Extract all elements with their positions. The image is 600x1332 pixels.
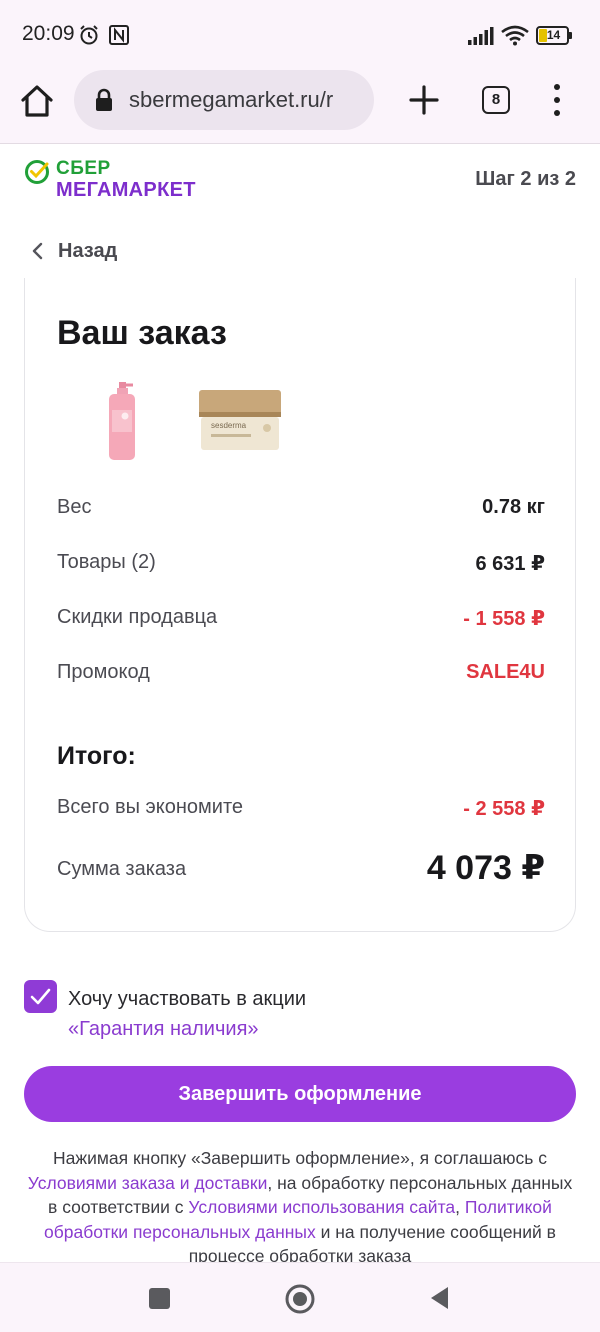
system-nav-bar bbox=[0, 1262, 600, 1332]
promo-link[interactable]: «Гарантия наличия» bbox=[68, 1014, 568, 1044]
legal-text: Нажимая кнопку «Завершить оформление», я… bbox=[53, 1148, 547, 1168]
battery-level: 14 bbox=[546, 28, 561, 42]
back-link[interactable]: Назад bbox=[30, 236, 117, 266]
nav-back-icon[interactable] bbox=[428, 1285, 450, 1311]
nfc-icon bbox=[109, 25, 129, 45]
chevron-left-icon bbox=[32, 242, 43, 260]
order-row-promocode: Промокод SALE4U bbox=[57, 661, 545, 691]
order-row-weight: Вес 0.78 кг bbox=[57, 496, 545, 526]
row-label: Промокод bbox=[57, 661, 150, 683]
url-text: sbermegamarket.ru/r bbox=[129, 87, 334, 112]
check-icon bbox=[30, 988, 51, 1005]
order-row-sum: Сумма заказа 4 073 ₽ bbox=[57, 849, 545, 888]
order-terms-link[interactable]: Условиями заказа и доставки bbox=[28, 1173, 268, 1193]
row-label: Вес bbox=[57, 496, 92, 518]
row-value: - 1 558 ₽ bbox=[463, 608, 545, 630]
order-summary-card: Ваш заказ sesderma Вес 0.78 кг Товары (2… bbox=[24, 278, 576, 932]
nav-home-icon[interactable] bbox=[284, 1283, 316, 1315]
alarm-icon bbox=[80, 25, 98, 45]
recents-icon[interactable] bbox=[149, 1288, 170, 1309]
order-row-items: Товары (2) 6 631 ₽ bbox=[57, 551, 545, 581]
tab-switcher-button[interactable]: 8 bbox=[482, 86, 510, 114]
site-logo[interactable]: СБЕР МЕГАМАРКЕТ bbox=[24, 158, 214, 204]
row-label: Скидки продавца bbox=[57, 606, 218, 628]
total-title: Итого: bbox=[57, 742, 136, 770]
battery-icon: 14 bbox=[536, 26, 572, 45]
row-value: 0.78 кг bbox=[482, 496, 545, 518]
order-title: Ваш заказ bbox=[57, 314, 227, 352]
svg-text:sesderma: sesderma bbox=[211, 421, 247, 430]
logo-text-bottom: МЕГАМАРКЕТ bbox=[56, 179, 196, 201]
signal-icon bbox=[468, 27, 494, 45]
product-thumbnail-cleanser[interactable] bbox=[103, 382, 141, 462]
product-thumbnail-cream[interactable]: sesderma bbox=[195, 388, 285, 454]
browser-toolbar: sbermegamarket.ru/r 8 bbox=[0, 70, 600, 144]
row-value: 6 631 ₽ bbox=[475, 553, 545, 575]
back-label: Назад bbox=[58, 239, 118, 262]
wifi-icon bbox=[501, 25, 529, 46]
status-time: 20:09 bbox=[22, 22, 75, 45]
status-bar: 20:09 14 bbox=[0, 0, 600, 70]
order-total-value: 4 073 ₽ bbox=[426, 849, 545, 887]
checkout-step: Шаг 2 из 2 bbox=[475, 168, 576, 190]
promo-checkbox[interactable] bbox=[24, 980, 57, 1013]
promo-label: Хочу участвовать в акции «Гарантия налич… bbox=[68, 984, 568, 1044]
logo-mark-icon bbox=[25, 160, 49, 184]
row-value: SALE4U bbox=[466, 661, 545, 683]
home-icon[interactable] bbox=[18, 82, 56, 120]
row-label: Сумма заказа bbox=[57, 858, 187, 880]
row-value: - 2 558 ₽ bbox=[463, 798, 545, 820]
lock-icon bbox=[96, 88, 112, 111]
site-terms-link[interactable]: Условиями использования сайта bbox=[188, 1197, 455, 1217]
promo-text: Хочу участвовать в акции bbox=[68, 988, 307, 1010]
order-row-savings: Всего вы экономите - 2 558 ₽ bbox=[57, 796, 545, 826]
row-label: Товары (2) bbox=[57, 551, 156, 573]
kebab-menu-icon[interactable] bbox=[548, 82, 566, 118]
legal-text: , bbox=[455, 1197, 465, 1217]
address-bar[interactable]: sbermegamarket.ru/r bbox=[74, 70, 374, 130]
logo-text-top: СБЕР bbox=[56, 158, 111, 179]
legal-notice: Нажимая кнопку «Завершить оформление», я… bbox=[22, 1146, 578, 1264]
order-row-seller-discount: Скидки продавца - 1 558 ₽ bbox=[57, 606, 545, 636]
complete-order-button[interactable]: Завершить оформление bbox=[24, 1066, 576, 1122]
row-label: Всего вы экономите bbox=[57, 796, 244, 818]
plus-icon[interactable] bbox=[406, 82, 442, 118]
